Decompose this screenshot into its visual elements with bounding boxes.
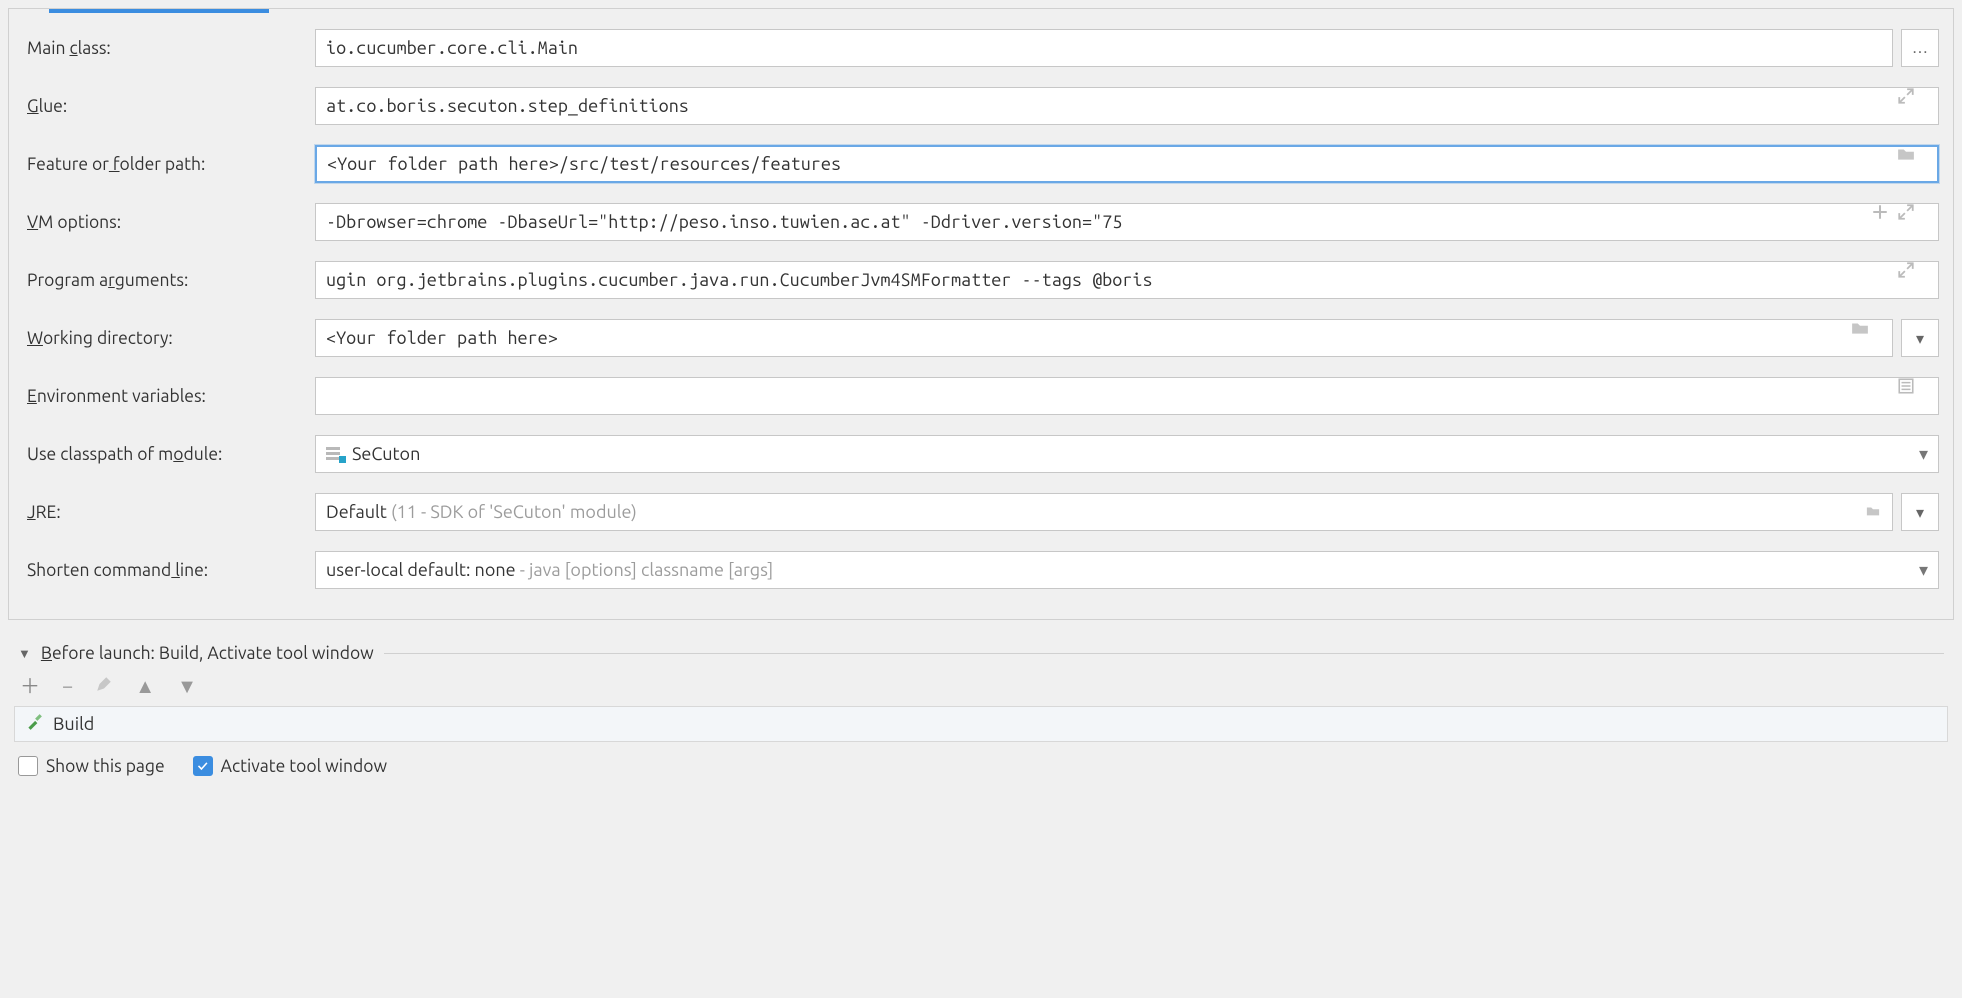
chevron-down-icon: ▾ (1916, 503, 1924, 522)
chevron-down-icon: ▾ (1919, 560, 1928, 581)
main-class-input[interactable] (315, 29, 1893, 67)
label-env-vars: Environment variables: (23, 387, 303, 406)
label-jre: JRE: (23, 503, 303, 522)
before-launch-item-build[interactable]: Build (14, 706, 1948, 742)
label-shorten-cmd: Shorten command line: (23, 561, 303, 580)
folder-icon[interactable] (1864, 502, 1882, 522)
divider (384, 653, 1944, 654)
footer-options: Show this page ✓ Activate tool window (0, 746, 1962, 778)
remove-button[interactable]: − (62, 676, 73, 696)
working-dir-dropdown-button[interactable]: ▾ (1901, 319, 1939, 357)
ellipsis-icon: … (1912, 39, 1928, 57)
hammer-icon (25, 713, 43, 735)
jre-select[interactable]: Default (11 - SDK of 'SeCuton' module) (315, 493, 1893, 531)
shorten-cmd-select[interactable]: user-local default: none - java [options… (315, 551, 1939, 589)
add-button[interactable]: ＋ (20, 676, 40, 696)
disclosure-triangle-icon: ▼ (18, 646, 31, 661)
chevron-down-icon: ▾ (1919, 444, 1928, 465)
row-jre: JRE: Default (11 - SDK of 'SeCuton' modu… (9, 489, 1953, 535)
browse-main-class-button[interactable]: … (1901, 29, 1939, 67)
row-vm-options: VM options: (9, 199, 1953, 245)
jre-dropdown-button[interactable]: ▾ (1901, 493, 1939, 531)
move-down-button[interactable]: ▼ (177, 676, 197, 696)
row-main-class: Main class: … (9, 25, 1953, 71)
before-launch-toolbar: ＋ − ▲ ▼ (0, 669, 1962, 702)
edit-button[interactable] (95, 675, 113, 696)
jre-value: Default (11 - SDK of 'SeCuton' module) (326, 502, 637, 522)
label-main-class: Main class: (23, 39, 303, 58)
before-launch-item-label: Build (53, 714, 94, 734)
activate-tool-checkbox[interactable]: ✓ Activate tool window (193, 756, 387, 776)
feature-path-input[interactable] (315, 145, 1939, 183)
before-launch-title: Before launch: Build, Activate tool wind… (41, 644, 374, 663)
show-page-label: Show this page (46, 757, 165, 776)
checkbox-unchecked-icon (18, 756, 38, 776)
label-classpath-module: Use classpath of module: (23, 445, 303, 464)
classpath-module-select[interactable]: SeCuton ▾ (315, 435, 1939, 473)
working-dir-input[interactable] (315, 319, 1893, 357)
active-tab-indicator (49, 9, 269, 13)
show-page-checkbox[interactable]: Show this page (18, 756, 165, 776)
classpath-module-value: SeCuton (352, 444, 420, 464)
label-program-args: Program arguments: (23, 271, 303, 290)
row-shorten-cmd: Shorten command line: user-local default… (9, 547, 1953, 593)
chevron-down-icon: ▾ (1916, 329, 1924, 348)
label-vm-options: VM options: (23, 213, 303, 232)
label-feature-path: Feature or folder path: (23, 155, 303, 174)
row-working-dir: Working directory: ▾ (9, 315, 1953, 361)
env-vars-input[interactable] (315, 377, 1939, 415)
module-icon (326, 447, 344, 461)
glue-input[interactable] (315, 87, 1939, 125)
row-env-vars: Environment variables: (9, 373, 1953, 419)
label-glue: Glue: (23, 97, 303, 116)
row-classpath-module: Use classpath of module: SeCuton ▾ (9, 431, 1953, 477)
move-up-button[interactable]: ▲ (135, 676, 155, 696)
vm-options-input[interactable] (315, 203, 1939, 241)
program-args-input[interactable] (315, 261, 1939, 299)
shorten-cmd-value: user-local default: none - java [options… (326, 560, 773, 580)
row-program-args: Program arguments: (9, 257, 1953, 303)
checkbox-checked-icon: ✓ (193, 756, 213, 776)
activate-tool-label: Activate tool window (221, 757, 387, 776)
row-feature-path: Feature or folder path: (9, 141, 1953, 187)
label-working-dir: Working directory: (23, 329, 303, 348)
row-glue: Glue: (9, 83, 1953, 129)
configuration-panel: Main class: … Glue: Feature or folder pa… (8, 8, 1954, 620)
before-launch-header[interactable]: ▼ Before launch: Build, Activate tool wi… (0, 638, 1962, 669)
